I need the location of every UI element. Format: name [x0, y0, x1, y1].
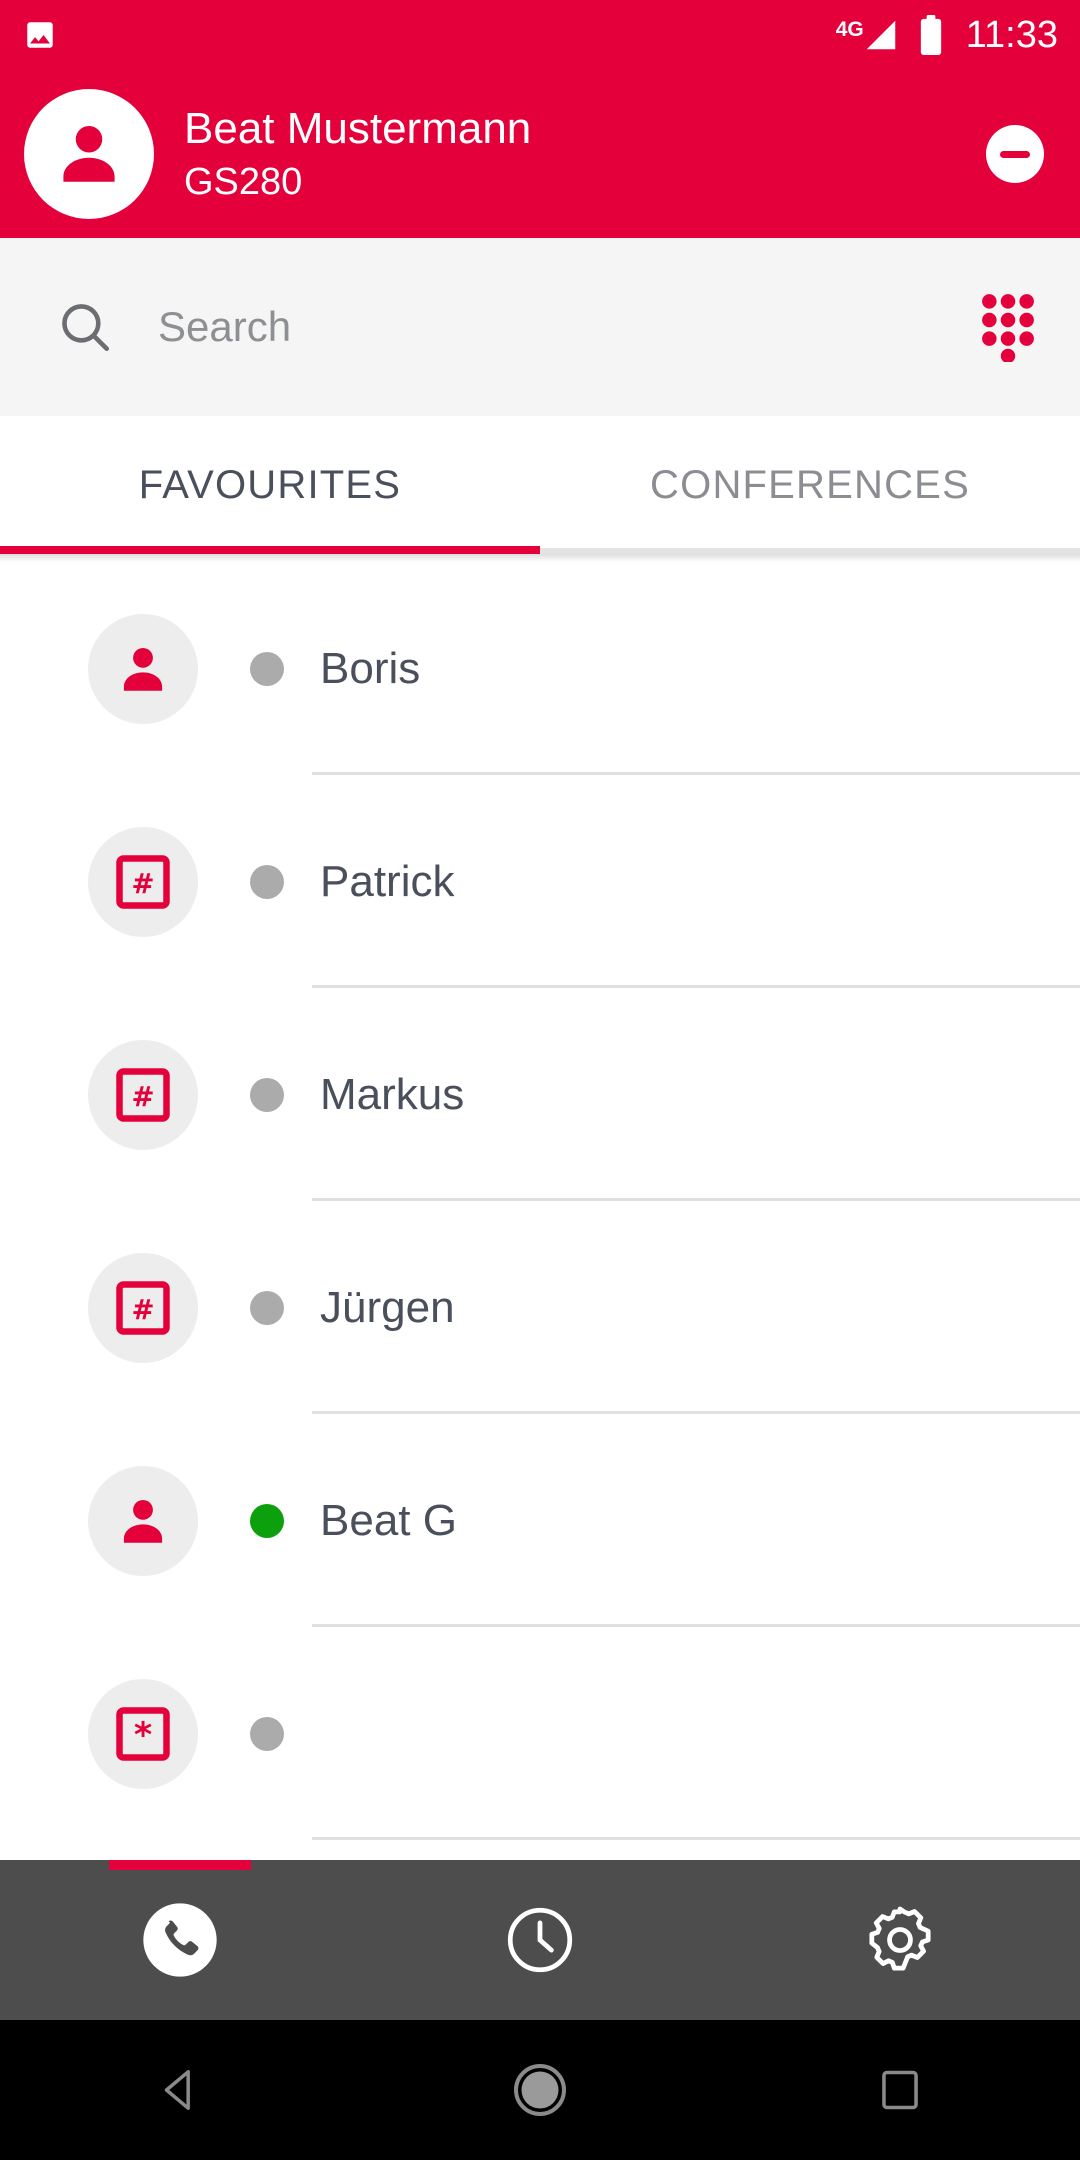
do-not-disturb-button[interactable] — [986, 125, 1044, 183]
contact-avatar — [88, 1465, 198, 1576]
favourites-list[interactable]: Boris # Patrick # Markus # Jürgen Beat G… — [0, 562, 1080, 1860]
android-home-button[interactable] — [360, 2020, 720, 2160]
contact-avatar: # — [88, 826, 198, 937]
signal-bars-icon: 4G — [836, 16, 900, 54]
app-header: Beat Mustermann GS280 — [0, 70, 1080, 238]
contact-name: Jürgen — [320, 1282, 455, 1332]
clock-icon — [502, 1902, 578, 1978]
dialpad-icon[interactable] — [980, 292, 1036, 362]
tab-bar: FAVOURITES CONFERENCES — [0, 416, 1080, 554]
nav-settings[interactable] — [720, 1860, 1080, 2020]
android-navigation-bar — [0, 2020, 1080, 2160]
avatar[interactable] — [24, 89, 154, 219]
contact-avatar — [88, 613, 198, 724]
svg-text:*: * — [134, 1715, 152, 1755]
page-title: Beat Mustermann — [184, 104, 532, 154]
nav-active-indicator — [109, 1860, 251, 1870]
table-row[interactable]: * — [0, 1627, 1080, 1840]
nav-history[interactable] — [360, 1860, 720, 2020]
status-badge — [250, 651, 284, 686]
android-back-button[interactable] — [0, 2020, 360, 2160]
tab-favourites-label: FAVOURITES — [138, 462, 402, 507]
phone-icon — [140, 1900, 220, 1980]
photo-icon — [22, 18, 58, 52]
home-circle-icon — [510, 2060, 570, 2120]
status-bar-clock: 11:33 — [965, 14, 1058, 56]
svg-text:#: # — [131, 867, 154, 899]
status-badge — [250, 864, 284, 899]
status-badge — [250, 1077, 284, 1112]
gear-icon — [862, 1902, 938, 1978]
back-triangle-icon — [152, 2062, 208, 2118]
status-bar-left — [22, 18, 58, 52]
recents-square-icon — [875, 2065, 925, 2115]
hash-icon: # — [113, 1065, 173, 1125]
person-icon — [114, 640, 172, 698]
tab-active-indicator — [0, 546, 540, 554]
contact-avatar: # — [88, 1039, 198, 1150]
hash-icon: # — [113, 1278, 173, 1338]
hash-icon: # — [113, 852, 173, 912]
table-row[interactable]: Beat G — [0, 1414, 1080, 1627]
search-icon — [56, 298, 114, 356]
contact-avatar: * — [88, 1678, 198, 1789]
tab-conferences-label: CONFERENCES — [650, 462, 970, 507]
list-divider — [312, 1837, 1080, 1840]
table-row[interactable]: # Markus — [0, 988, 1080, 1201]
contact-name: Boris — [320, 643, 421, 693]
tab-conferences[interactable]: CONFERENCES — [540, 416, 1080, 554]
header-device-label: GS280 — [184, 161, 303, 204]
minus-circle-icon — [1000, 150, 1030, 158]
nav-calls[interactable] — [0, 1860, 360, 2020]
tab-favourites[interactable]: FAVOURITES — [0, 416, 540, 554]
person-icon — [114, 1492, 172, 1550]
header-text-block: Beat Mustermann GS280 — [184, 104, 986, 204]
table-row[interactable]: Boris — [0, 562, 1080, 775]
person-icon — [52, 117, 126, 191]
status-bar: 4G 11:33 — [0, 0, 1080, 70]
svg-text:#: # — [131, 1293, 154, 1325]
contact-name: Beat G — [320, 1495, 457, 1545]
svg-text:#: # — [131, 1080, 154, 1112]
app-root: 4G 11:33 Beat Mustermann GS280 Search FA… — [0, 0, 1080, 2160]
contact-avatar: # — [88, 1252, 198, 1363]
status-badge — [250, 1503, 284, 1538]
android-recents-button[interactable] — [720, 2020, 1080, 2160]
search-bar — [0, 238, 1080, 416]
bottom-nav-bar — [0, 1860, 1080, 2020]
contact-name: Patrick — [320, 856, 455, 906]
contact-name: Markus — [320, 1069, 465, 1119]
tab-bar-shadow — [0, 554, 1080, 562]
network-type-label: 4G — [835, 18, 864, 41]
status-badge — [250, 1290, 284, 1325]
battery-full-icon — [918, 14, 944, 56]
table-row[interactable]: # Patrick — [0, 775, 1080, 988]
table-row[interactable]: # Jürgen — [0, 1201, 1080, 1414]
search-input[interactable] — [158, 303, 980, 351]
asterisk-icon: * — [113, 1704, 173, 1764]
status-bar-right: 4G 11:33 — [836, 14, 1058, 56]
status-badge — [250, 1716, 284, 1751]
